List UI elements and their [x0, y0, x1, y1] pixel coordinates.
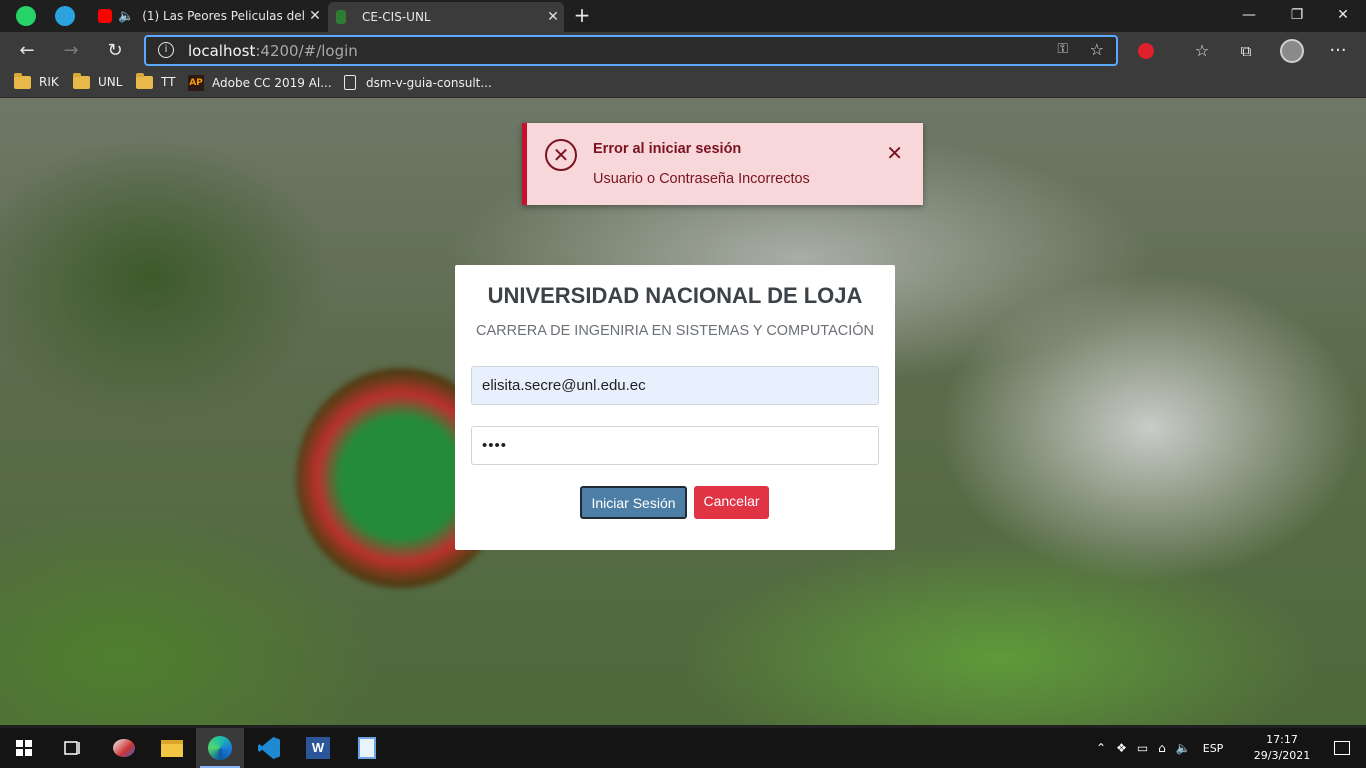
restore-button[interactable]: ❐ [1274, 0, 1320, 32]
adobe-ap-icon: AP [188, 75, 204, 91]
collections-icon[interactable]: ⧉ [1233, 38, 1259, 64]
folder-icon [136, 72, 153, 89]
clock-date: 29/3/2021 [1253, 749, 1311, 762]
youtube-icon [98, 9, 112, 23]
favorites-icon[interactable]: ☆ [1189, 38, 1215, 64]
start-button[interactable] [0, 728, 48, 768]
bookmark-label: Adobe CC 2019 Al... [212, 76, 332, 90]
close-circle-icon: ✕ [545, 139, 577, 171]
volume-icon[interactable]: 🔈 [1176, 741, 1191, 755]
tab-title: (1) Las Peores Peliculas del [142, 9, 304, 23]
tab-title: CE-CIS-UNL [362, 10, 431, 24]
page-background: ✕ Error al iniciar sesión Usuario o Cont… [0, 98, 1366, 725]
file-explorer-icon[interactable] [148, 728, 196, 768]
task-view-button[interactable] [48, 728, 96, 768]
bookmark-rik[interactable]: RIK [14, 72, 59, 89]
window-close-button[interactable]: ✕ [1320, 0, 1366, 32]
bookmark-label: TT [161, 75, 176, 89]
login-button[interactable]: Iniciar Sesión [580, 486, 687, 519]
back-button[interactable]: ← [14, 38, 40, 64]
address-url[interactable]: localhost:4200/#/login [188, 42, 358, 60]
dropbox-icon[interactable]: ❖ [1116, 741, 1127, 755]
site-info-icon[interactable]: i [158, 42, 174, 58]
bookmark-label: RIK [39, 75, 59, 89]
toast-close-icon[interactable]: ✕ [886, 141, 903, 165]
browser-tab-strip: 🔈 (1) Las Peores Peliculas del ✕ CE-CIS-… [0, 0, 1366, 32]
system-tray: ⌃ ❖ ▭ ⌂ 🔈 ESP [1096, 728, 1223, 768]
clock[interactable]: 17:17 29/3/2021 [1252, 732, 1312, 764]
network-icon[interactable]: ⌂ [1158, 741, 1166, 755]
folder-icon [14, 72, 31, 89]
paint-app-icon[interactable] [100, 728, 148, 768]
site-favicon-icon [336, 10, 346, 24]
edge-browser-icon[interactable] [196, 728, 244, 768]
task-view-icon [64, 741, 80, 755]
toast-message: Usuario o Contraseña Incorrectos [593, 171, 810, 187]
tab-close-icon[interactable]: ✕ [304, 8, 326, 24]
bookmark-tt[interactable]: TT [136, 72, 176, 89]
refresh-button[interactable]: ↻ [102, 38, 128, 64]
language-indicator[interactable]: ESP [1203, 742, 1224, 755]
address-bar[interactable]: i localhost:4200/#/login ⚿ ☆ [144, 35, 1118, 66]
bookmark-adobe[interactable]: AP Adobe CC 2019 Al... [188, 75, 332, 91]
add-favorite-icon[interactable]: ☆ [1090, 40, 1104, 59]
password-field[interactable]: •••• [471, 426, 879, 465]
page-icon [344, 75, 356, 90]
more-menu-icon[interactable]: ··· [1325, 38, 1351, 64]
bookmark-dsm[interactable]: dsm-v-guia-consult... [344, 75, 492, 90]
toast-title: Error al iniciar sesión [593, 141, 742, 157]
new-tab-button[interactable]: + [570, 4, 594, 28]
notepad-icon[interactable] [343, 728, 391, 768]
browser-toolbar: ← → ↻ i localhost:4200/#/login ⚿ ☆ ☆ ⧉ ·… [0, 32, 1366, 70]
telegram-icon[interactable] [55, 6, 75, 26]
tab-youtube[interactable]: 🔈 (1) Las Peores Peliculas del ✕ [90, 0, 326, 32]
bookmarks-bar: RIK UNL TT AP Adobe CC 2019 Al... dsm-v-g… [0, 70, 1366, 98]
battery-icon[interactable]: ▭ [1137, 741, 1148, 755]
tab-close-icon[interactable]: ✕ [542, 9, 564, 25]
speaker-icon[interactable]: 🔈 [118, 9, 134, 24]
bookmark-label: dsm-v-guia-consult... [366, 75, 492, 90]
windows-logo-icon [16, 740, 32, 756]
bookmark-unl[interactable]: UNL [73, 72, 123, 89]
notifications-icon[interactable] [1318, 728, 1366, 768]
forward-button[interactable]: → [58, 38, 84, 64]
chevron-up-icon[interactable]: ⌃ [1096, 741, 1106, 755]
key-icon[interactable]: ⚿ [1057, 41, 1068, 57]
page-subtitle: CARRERA DE INGENIRIA EN SISTEMAS Y COMPU… [475, 323, 875, 339]
whatsapp-icon[interactable] [16, 6, 36, 26]
extension-icon[interactable] [1133, 38, 1159, 64]
vscode-icon[interactable] [245, 728, 293, 768]
folder-icon [73, 72, 90, 89]
minimize-button[interactable]: — [1226, 0, 1272, 32]
windows-taskbar: W ⌃ ❖ ▭ ⌂ 🔈 ESP 17:17 29/3/2021 [0, 728, 1366, 768]
bookmark-label: UNL [98, 75, 123, 89]
url-host: localhost [188, 42, 256, 60]
tab-ce-cis-unl[interactable]: CE-CIS-UNL ✕ [328, 2, 564, 32]
clock-time: 17:17 [1266, 733, 1298, 746]
error-toast: ✕ Error al iniciar sesión Usuario o Cont… [522, 123, 923, 205]
url-path: :4200/#/login [255, 42, 358, 60]
email-field[interactable]: elisita.secre@unl.edu.ec [471, 366, 879, 405]
login-card: UNIVERSIDAD NACIONAL DE LOJA CARRERA DE … [455, 265, 895, 550]
word-icon[interactable]: W [294, 728, 342, 768]
cancel-button[interactable]: Cancelar [694, 486, 769, 519]
page-title: UNIVERSIDAD NACIONAL DE LOJA [487, 283, 863, 308]
profile-avatar[interactable] [1279, 38, 1305, 64]
